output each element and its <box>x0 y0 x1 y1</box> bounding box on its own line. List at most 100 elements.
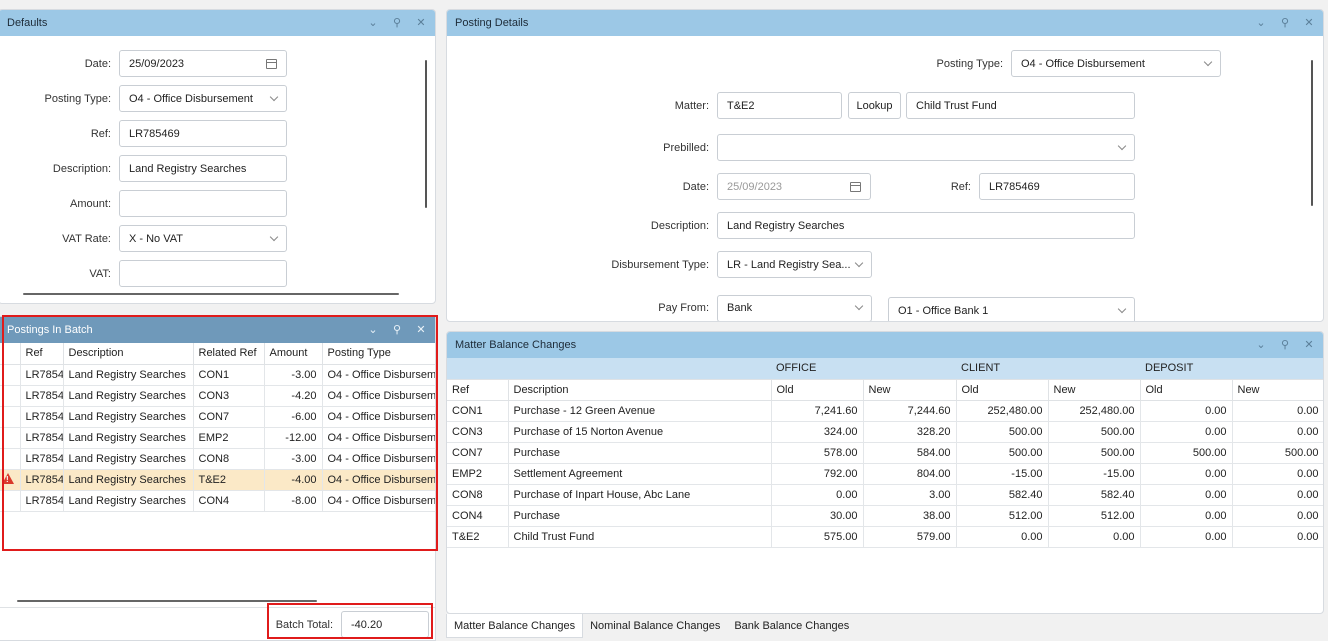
vat-rate-value: X - No VAT <box>129 232 183 245</box>
table-cell: 252,480.00 <box>956 400 1049 422</box>
posting-type-select[interactable]: O4 - Office Disbursement <box>119 85 287 112</box>
close-icon[interactable]: ✕ <box>1303 17 1315 29</box>
date-label: Date: <box>84 57 111 70</box>
chevron-down-icon[interactable]: ⌄ <box>1255 17 1267 29</box>
table-row[interactable]: CON4 Purchase 30.00 38.00 512.00 512.00 0.00 0.… <box>447 505 1323 527</box>
table-cell: 500.00 <box>956 442 1049 464</box>
close-icon[interactable]: ✕ <box>1303 339 1315 351</box>
col-header[interactable]: New <box>1048 379 1141 401</box>
defaults-vscroll[interactable] <box>425 60 427 208</box>
calendar-icon[interactable] <box>266 58 277 69</box>
matter-name-field: Child Trust Fund <box>906 92 1135 119</box>
table-cell: 7,244.60 <box>863 400 957 422</box>
table-cell: 584.00 <box>863 442 957 464</box>
table-cell: 0.00 <box>1140 400 1233 422</box>
table-cell: 3.00 <box>863 484 957 506</box>
col-header[interactable]: New <box>863 379 957 401</box>
table-row[interactable]: T&E2 Child Trust Fund 575.00 579.00 0.00 0.00… <box>447 526 1323 548</box>
matter-input[interactable]: T&E2 <box>717 92 842 119</box>
table-cell: 0.00 <box>956 526 1049 548</box>
table-cell: 582.40 <box>956 484 1049 506</box>
table-cell: 0.00 <box>1232 505 1323 527</box>
group-header-blank <box>447 358 771 380</box>
table-cell: 500.00 <box>956 421 1049 443</box>
pd-description-input[interactable]: Land Registry Searches <box>717 212 1135 239</box>
date-input[interactable]: 25/09/2023 <box>119 50 287 77</box>
pin-icon[interactable]: ⚲ <box>1279 339 1291 351</box>
group-header-client: CLIENT <box>956 358 1140 380</box>
disb-type-select[interactable]: LR - Land Registry Sea... <box>717 251 872 278</box>
bank-select[interactable]: O1 - Office Bank 1 <box>888 297 1135 321</box>
table-cell: EMP2 <box>447 463 509 485</box>
matter-name-value: Child Trust Fund <box>916 99 997 112</box>
vat-rate-select[interactable]: X - No VAT <box>119 225 287 252</box>
pd-ref-label: Ref: <box>950 180 971 193</box>
defaults-hscroll[interactable] <box>23 293 399 295</box>
defaults-title: Defaults <box>7 17 48 29</box>
matter-value: T&E2 <box>727 99 755 112</box>
table-cell: CON3 <box>447 421 509 443</box>
defaults-panel: Defaults ⌄ ⚲ ✕ Date: 25/09/2023 Posting Ty… <box>0 9 436 304</box>
matter-balance-header: Matter Balance Changes ⌄ ⚲ ✕ <box>447 332 1323 358</box>
posting-details-vscroll[interactable] <box>1311 60 1313 206</box>
pd-ref-input[interactable]: LR785469 <box>979 173 1135 200</box>
pd-date-label: Date: <box>682 180 709 193</box>
tab-nominal-balance-changes[interactable]: Nominal Balance Changes <box>583 614 727 638</box>
table-cell: CON8 <box>447 484 509 506</box>
table-row[interactable]: CON7 Purchase 578.00 584.00 500.00 500.00 500.… <box>447 442 1323 464</box>
col-header[interactable]: New <box>1232 379 1323 401</box>
pd-date-input[interactable]: 25/09/2023 <box>717 173 871 200</box>
table-row[interactable]: CON3 Purchase of 15 Norton Avenue 324.00 32… <box>447 421 1323 443</box>
pin-icon[interactable]: ⚲ <box>1279 17 1291 29</box>
ref-value: LR785469 <box>129 127 180 140</box>
table-row[interactable]: CON8 Purchase of Inpart House, Abc Lane 0.… <box>447 484 1323 506</box>
table-cell: 328.20 <box>863 421 957 443</box>
pay-from-label: Pay From: <box>658 302 709 314</box>
ref-input[interactable]: LR785469 <box>119 120 287 147</box>
table-cell: Settlement Agreement <box>508 463 772 485</box>
table-cell: 0.00 <box>1048 526 1141 548</box>
description-label: Description: <box>52 162 111 175</box>
col-header[interactable]: Description <box>508 379 772 401</box>
pin-icon[interactable]: ⚲ <box>391 17 403 29</box>
prebilled-select[interactable] <box>717 134 1135 161</box>
chevron-down-icon[interactable]: ⌄ <box>1255 339 1267 351</box>
table-cell: 0.00 <box>1232 463 1323 485</box>
table-cell: 324.00 <box>771 421 864 443</box>
pd-posting-type-select[interactable]: O4 - Office Disbursement <box>1011 50 1221 77</box>
table-cell: 575.00 <box>771 526 864 548</box>
chevron-down-icon <box>269 92 279 101</box>
col-header[interactable]: Ref <box>447 379 509 401</box>
table-cell: 582.40 <box>1048 484 1141 506</box>
matter-balance-table: OFFICE CLIENT DEPOSIT Ref Description Ol… <box>447 358 1323 548</box>
chevron-down-icon[interactable]: ⌄ <box>367 17 379 29</box>
tab-matter-balance-changes[interactable]: Matter Balance Changes <box>446 614 584 638</box>
description-input[interactable]: Land Registry Searches <box>119 155 287 182</box>
chevron-down-icon <box>854 301 864 311</box>
vat-input[interactable] <box>119 260 287 287</box>
postings-hscroll[interactable] <box>17 600 317 602</box>
pay-from-select[interactable]: Bank <box>717 294 872 321</box>
posting-details-header: Posting Details ⌄ ⚲ ✕ <box>447 10 1323 36</box>
calendar-icon[interactable] <box>850 181 861 192</box>
table-cell: 0.00 <box>771 484 864 506</box>
close-icon[interactable]: ✕ <box>415 17 427 29</box>
table-cell: 0.00 <box>1140 463 1233 485</box>
tab-bank-balance-changes[interactable]: Bank Balance Changes <box>727 614 856 638</box>
table-cell: Purchase of 15 Norton Avenue <box>508 421 772 443</box>
col-header[interactable]: Old <box>1140 379 1233 401</box>
col-header[interactable]: Old <box>771 379 864 401</box>
table-row[interactable]: EMP2 Settlement Agreement 792.00 804.00 -15.… <box>447 463 1323 485</box>
group-header-deposit: DEPOSIT <box>1140 358 1323 380</box>
amount-label: Amount: <box>70 197 111 210</box>
table-row[interactable]: CON1 Purchase - 12 Green Avenue 7,241.60 7,… <box>447 400 1323 422</box>
col-header[interactable]: Old <box>956 379 1049 401</box>
group-header-office: OFFICE <box>771 358 956 380</box>
posting-type-label: Posting Type: <box>44 92 111 105</box>
date-value: 25/09/2023 <box>129 57 185 70</box>
vat-rate-label: VAT Rate: <box>62 232 111 245</box>
disb-type-label: Disbursement Type: <box>611 258 709 271</box>
table-cell: 578.00 <box>771 442 864 464</box>
lookup-button[interactable]: Lookup <box>848 92 901 119</box>
amount-input[interactable] <box>119 190 287 217</box>
